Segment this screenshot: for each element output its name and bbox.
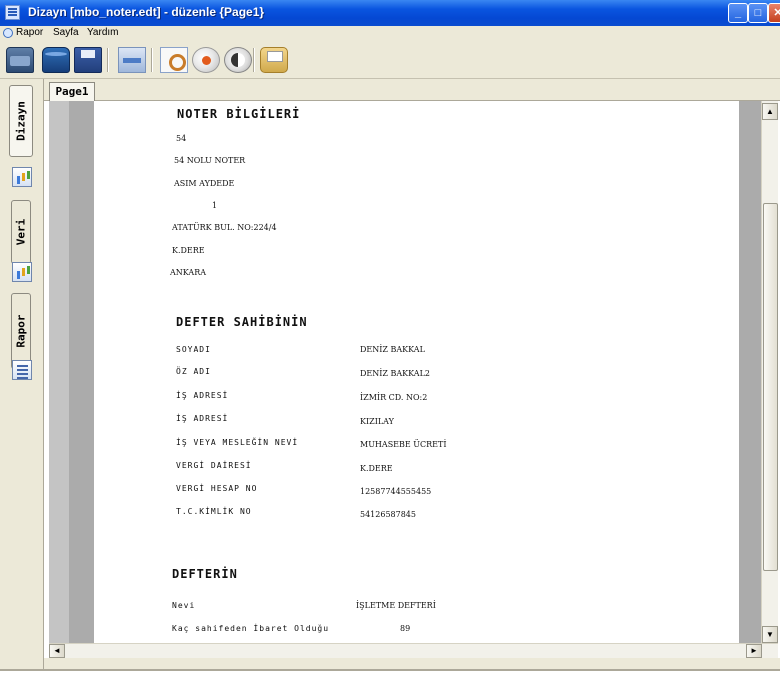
owner-field-label: VERGİ HESAP NO [176, 484, 258, 493]
preview-icon[interactable] [160, 47, 188, 73]
owner-field-value: İZMİR CD. NO:2 [360, 393, 428, 402]
noter-line: 54 [176, 134, 187, 143]
scroll-right-button[interactable]: ► [746, 644, 762, 658]
scroll-down-button[interactable]: ▼ [762, 626, 778, 643]
owner-field-value: 12587744555455 [360, 487, 432, 496]
owner-field-value: DENİZ BAKKAL2 [360, 369, 430, 378]
stop-icon[interactable] [192, 47, 220, 73]
owner-field-value: K.DERE [360, 464, 393, 473]
window-bottom-edge [0, 669, 780, 683]
owner-field-label: SOYADI [176, 345, 211, 354]
noter-line: ANKARA [170, 268, 207, 277]
tab-veri[interactable]: Veri [11, 200, 31, 264]
tab-veri-label: Veri [14, 218, 28, 246]
tab-dizayn[interactable]: Dizayn [9, 85, 33, 157]
page-margin [49, 101, 69, 643]
report-page: NOTER BİLGİLERİ 54 54 NOLU NOTER ASIM AY… [94, 101, 739, 643]
design-chart-icon[interactable] [12, 167, 32, 187]
menu-rapor[interactable]: Rapor [16, 27, 43, 38]
owner-field-value: MUHASEBE ÜCRETİ [360, 440, 447, 449]
toolbar [0, 41, 780, 79]
database-icon[interactable] [6, 47, 34, 73]
book-field-label: Kaç sahifeden İbaret Olduğu [172, 624, 330, 633]
scroll-left-button[interactable]: ◄ [49, 644, 65, 658]
owner-heading: DEFTER SAHİBİNİN [176, 315, 308, 329]
tab-page1[interactable]: Page1 [49, 82, 95, 102]
toolbar-separator [151, 48, 153, 72]
owner-field-label: ÖZ ADI [176, 367, 211, 376]
owner-field-value: 54126587845 [360, 510, 416, 519]
menu-yardim[interactable]: Yardım [87, 27, 119, 38]
window-title: Dizayn [mbo_noter.edt] - düzenle {Page1} [28, 5, 265, 19]
report-list-icon[interactable] [12, 360, 32, 380]
toolbar-separator [253, 48, 255, 72]
noter-line: ATATÜRK BUL. NO:224/4 [172, 223, 277, 232]
tab-rapor[interactable]: Rapor [11, 293, 31, 369]
horizontal-scrollbar[interactable]: ◄ ► [49, 643, 778, 658]
print-icon[interactable] [260, 47, 288, 73]
book-heading: DEFTERİN [172, 567, 238, 581]
noter-line: ASIM AYDEDE [174, 179, 235, 188]
tab-dizayn-label: Dizayn [14, 101, 28, 141]
database-connect-icon[interactable] [42, 47, 70, 73]
close-window-button[interactable]: ✕ [768, 3, 780, 23]
side-tab-strip: Dizayn Veri Rapor [0, 79, 44, 669]
tab-rapor-label: Rapor [14, 314, 28, 348]
owner-field-label: VERGİ DAİRESİ [176, 461, 252, 470]
vertical-scroll-thumb[interactable] [763, 203, 778, 571]
report-menu-icon [3, 28, 13, 38]
toolbar-separator [107, 48, 109, 72]
owner-field-label: İŞ ADRESİ [176, 391, 229, 400]
page-tab-strip [44, 79, 780, 101]
book-field-value: İŞLETME DEFTERİ [356, 601, 436, 610]
title-bar: Dizayn [mbo_noter.edt] - düzenle {Page1}… [0, 0, 780, 26]
noter-line: 54 NOLU NOTER [174, 156, 246, 165]
minimize-button[interactable]: _ [728, 3, 748, 23]
noter-heading: NOTER BİLGİLERİ [177, 107, 301, 121]
menu-sayfa[interactable]: Sayfa [53, 27, 79, 38]
book-field-label: Nevi [172, 601, 196, 610]
data-table-icon[interactable] [12, 262, 32, 282]
close-icon[interactable] [224, 47, 252, 73]
owner-field-label: İŞ ADRESİ [176, 414, 229, 423]
noter-line: 1 [212, 201, 218, 210]
noter-line: K.DERE [172, 246, 205, 255]
owner-field-label: İŞ VEYA MESLEĞİN NEVİ [176, 438, 299, 447]
app-icon [5, 5, 20, 20]
maximize-button[interactable]: □ [748, 3, 768, 23]
report-viewport[interactable]: NOTER BİLGİLERİ 54 54 NOLU NOTER ASIM AY… [49, 101, 761, 643]
owner-field-label: T.C.KİMLİK NO [176, 507, 252, 516]
scroll-up-button[interactable]: ▲ [762, 103, 778, 120]
vertical-scrollbar[interactable]: ▲ ▼ [761, 101, 778, 643]
book-field-value: 89 [400, 624, 411, 633]
owner-field-value: DENİZ BAKKAL [360, 345, 425, 354]
menu-bar: Rapor Sayfa Yardım [0, 26, 780, 41]
owner-field-value: KIZILAY [360, 417, 394, 426]
page-setup-icon[interactable] [118, 47, 146, 73]
save-icon[interactable] [74, 47, 102, 73]
